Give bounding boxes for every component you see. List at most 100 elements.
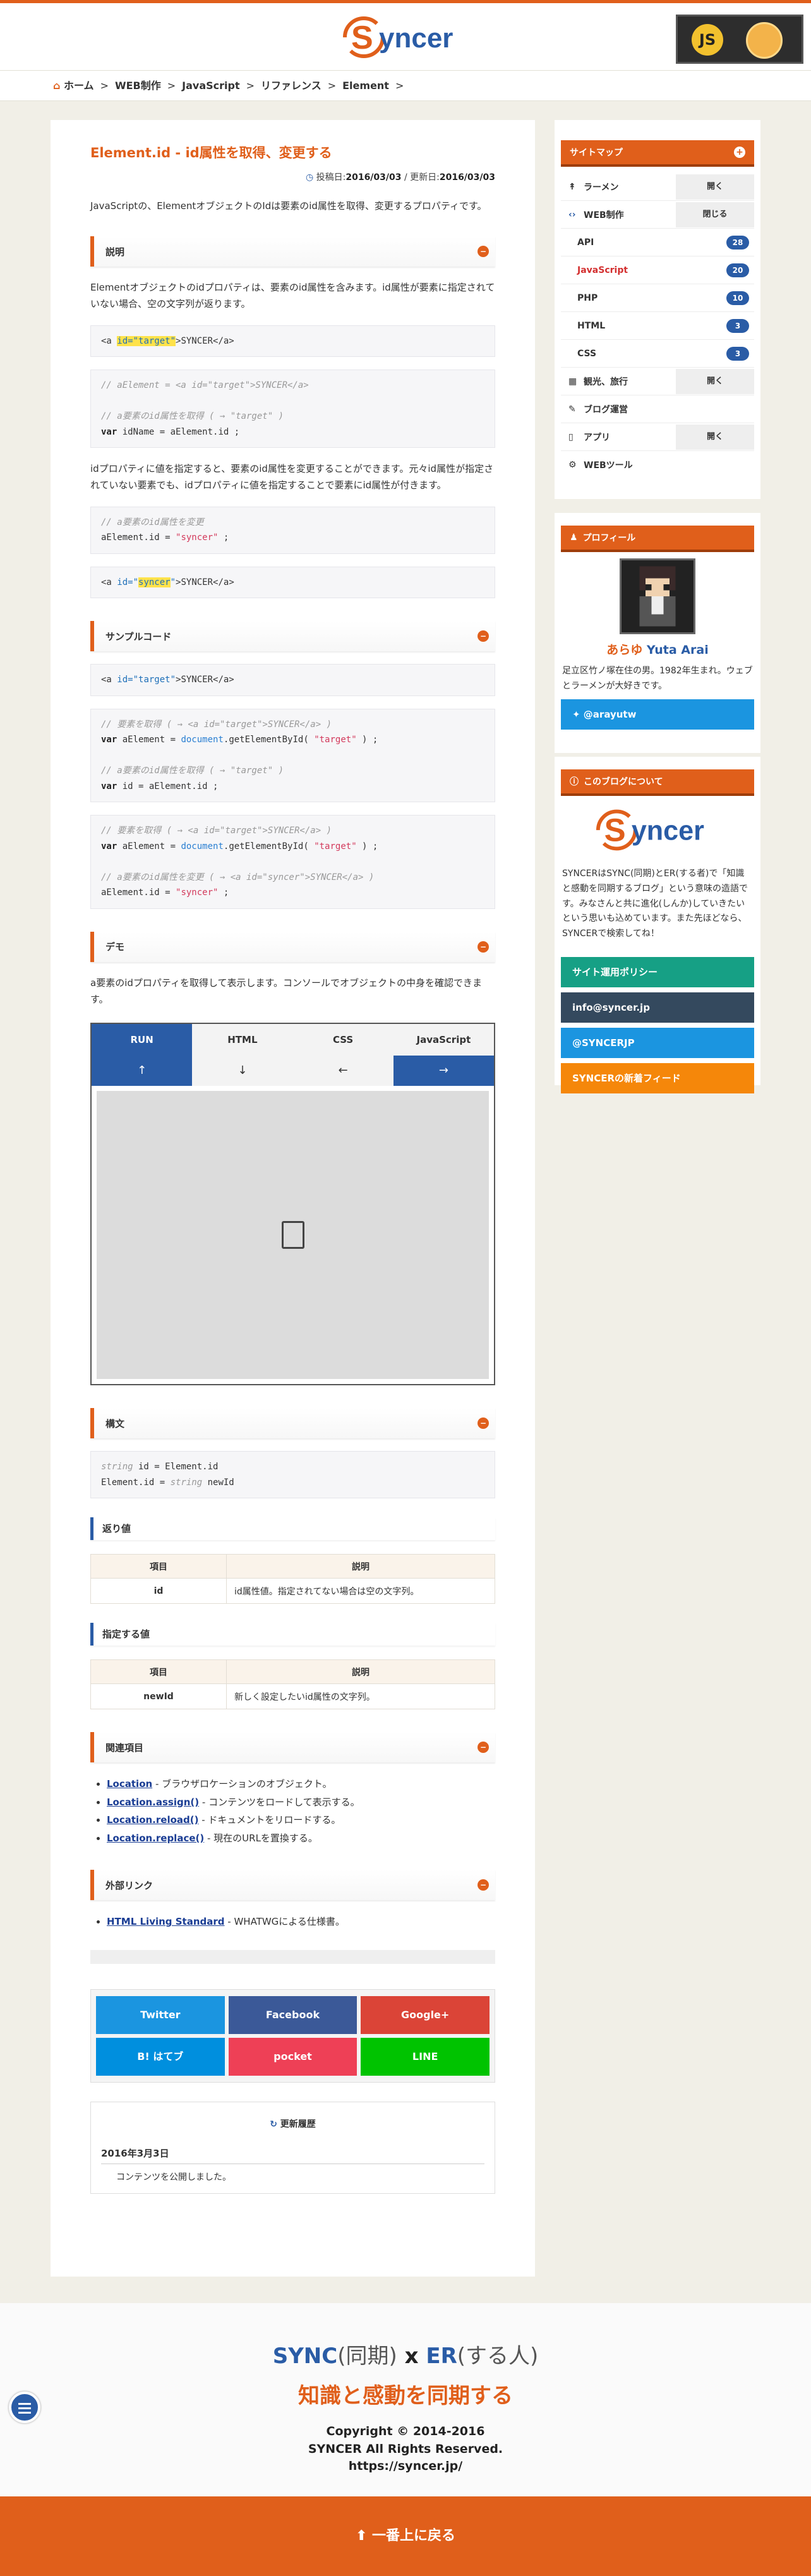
demo-iframe[interactable] (97, 1091, 489, 1379)
section-syntax[interactable]: 構文 − (90, 1408, 495, 1438)
sidebar-item-javascript[interactable]: JavaScript 20 (561, 256, 754, 284)
policy-button[interactable]: サイト運用ポリシー (561, 956, 754, 987)
related-link[interactable]: Location.reload() (107, 1814, 198, 1826)
breadcrumb-element[interactable]: Element (342, 80, 389, 92)
open-button[interactable]: 開く (676, 174, 754, 200)
share-twitter-button[interactable]: Twitter (96, 1995, 225, 2034)
breadcrumb-home[interactable]: ホーム (64, 80, 94, 92)
info-icon: ⓘ (570, 777, 579, 787)
section-demo[interactable]: デモ − (90, 931, 495, 962)
home-icon: ⌂ (53, 80, 64, 92)
sidebar-profile: ♟ プロフィール あらゆ Yuta Arai 足立区竹ノ塚在住の男。1982年生ま… (555, 513, 760, 753)
tab-run[interactable]: RUN (92, 1024, 193, 1056)
section-explain[interactable]: 説明 − (90, 236, 495, 267)
sidebar-item-app[interactable]: ▯ アプリ 開く (561, 423, 754, 451)
up-arrow-icon: ⬆ (355, 2528, 373, 2544)
close-button[interactable]: 閉じる (676, 202, 754, 227)
returns-table: 項目 説明 id id属性値。指定されてない場合は空の文字列。 (90, 1554, 495, 1604)
section-external[interactable]: 外部リンク − (90, 1870, 495, 1900)
profile-name: あらゆ Yuta Arai (606, 643, 709, 657)
breadcrumb-web[interactable]: WEB制作 (115, 80, 161, 92)
collapse-icon[interactable]: − (478, 1417, 489, 1429)
related-link[interactable]: Location.assign() (107, 1797, 199, 1808)
hamburger-menu-button[interactable] (9, 2392, 40, 2423)
code-block: // aElement = <a id="target">SYNCER</a> /… (90, 370, 495, 448)
email-button[interactable]: info@syncer.jp (561, 992, 754, 1023)
count-badge: 3 (726, 346, 749, 361)
sidebar-item-web[interactable]: ‹› WEB制作 閉じる (561, 201, 754, 229)
collapse-icon[interactable]: − (478, 246, 489, 257)
about-text: SYNCERはSYNC(同期)とER(する者)で「知識と感動を同期するブログ」と… (562, 869, 748, 939)
broken-page-icon (281, 1221, 304, 1249)
share-line-button[interactable]: LINE (361, 2037, 490, 2076)
svg-text:yncer: yncer (632, 816, 704, 846)
footer-copyright: Copyright © 2014-2016 SYNCER All Rights R… (308, 2424, 503, 2474)
section-sample[interactable]: サンプルコード − (90, 621, 495, 651)
breadcrumb-reference[interactable]: リファレンス (261, 80, 321, 92)
code-block: <a id="target">SYNCER</a> (90, 325, 495, 357)
list-item: Location - ブラウザロケーションのオブジェクト。 (107, 1775, 495, 1793)
share-buttons: Twitter Facebook Google+ B! はてブ pocket L… (90, 1989, 495, 2083)
external-link[interactable]: HTML Living Standard (107, 1916, 225, 1927)
main-article: Element.id - id属性を取得、変更する ◷ 投稿日:2016/03/… (51, 120, 535, 2277)
arrow-up-button[interactable]: ↑ (92, 1056, 193, 1086)
arrow-down-button[interactable]: ↓ (192, 1056, 293, 1086)
sidebar-item-travel[interactable]: ▦ 観光、旅行 開く (561, 368, 754, 395)
arrow-left-button[interactable]: ← (292, 1056, 393, 1086)
about-header: ⓘ このブログについて (561, 769, 754, 796)
profile-bio: 足立区竹ノ塚在住の男。1982年生まれ。ウェブとラーメンが大好きです。 (562, 666, 753, 691)
sidebar-item-css[interactable]: CSS 3 (561, 340, 754, 368)
collapse-icon[interactable]: − (478, 941, 489, 953)
share-googleplus-button[interactable]: Google+ (361, 1995, 490, 2034)
tab-javascript[interactable]: JavaScript (393, 1024, 494, 1056)
plus-icon[interactable]: + (734, 147, 745, 158)
sidebar-item-php[interactable]: PHP 10 (561, 284, 754, 312)
list-item: Location.reload() - ドキュメントをリロードする。 (107, 1811, 495, 1829)
list-item: Location.replace() - 現在のURLを置換する。 (107, 1829, 495, 1848)
banner-ad[interactable]: JS (676, 15, 803, 64)
lead-text: JavaScriptの、ElementオブジェクトのIdは要素のid属性を取得、… (90, 200, 487, 212)
section-related[interactable]: 関連項目 − (90, 1732, 495, 1762)
feed-button[interactable]: SYNCERの新着フィード (561, 1062, 754, 1093)
collapse-icon[interactable]: − (478, 1742, 489, 1753)
share-pocket-button[interactable]: pocket (228, 2037, 357, 2076)
tab-css[interactable]: CSS (292, 1024, 393, 1056)
footer-title: SYNC(同期) x ER(する人) (272, 2344, 539, 2369)
explain-paragraph-2: idプロパティに値を指定すると、要素のid属性を変更することができます。元々id… (90, 463, 494, 491)
code-block: <a id="syncer">SYNCER</a> (90, 566, 495, 598)
related-link[interactable]: Location (107, 1778, 152, 1790)
twitter-button[interactable]: @SYNCERJP (561, 1027, 754, 1058)
sidebar-item-webtool[interactable]: ⚙ WEBツール (561, 451, 754, 479)
logo-text: yncer (379, 23, 453, 54)
related-list: Location - ブラウザロケーションのオブジェクト。 Location.a… (90, 1775, 495, 1847)
open-button[interactable]: 開く (676, 368, 754, 394)
collapse-icon[interactable]: − (478, 630, 489, 642)
gear-icon: ⚙ (568, 460, 577, 470)
collapse-icon[interactable]: − (478, 1879, 489, 1891)
sidebar-item-blog[interactable]: ✎ ブログ運営 (561, 395, 754, 423)
open-button[interactable]: 開く (676, 424, 754, 450)
history-icon: ↻ (270, 2119, 280, 2129)
site-logo[interactable]: S yncer (341, 12, 470, 63)
code-block: <a id="target">SYNCER</a> (90, 664, 495, 696)
profile-twitter-button[interactable]: ✦ @arayutw (561, 699, 754, 730)
profile-header: ♟ プロフィール (561, 526, 754, 552)
breadcrumb-javascript[interactable]: JavaScript (182, 80, 239, 92)
back-to-top-button[interactable]: ⬆ 一番上に戻る (0, 2496, 811, 2576)
avatar (620, 558, 695, 634)
count-badge: 20 (726, 263, 749, 277)
table-row: id id属性値。指定されてない場合は空の文字列。 (90, 1578, 495, 1604)
arrow-right-button[interactable]: → (393, 1056, 494, 1086)
code-block: // 要素を取得 ( → <a id="target">SYNCER</a> )… (90, 815, 495, 909)
phone-icon: ▯ (568, 431, 574, 442)
count-badge: 10 (726, 291, 749, 305)
related-link[interactable]: Location.replace() (107, 1833, 204, 1844)
share-facebook-button[interactable]: Facebook (228, 1995, 357, 2034)
tab-html[interactable]: HTML (192, 1024, 293, 1056)
sidebar-sitemap: サイトマップ + ↟ ラーメン 開く ‹› WEB制作 閉じる API 28 JavaScr… (555, 120, 760, 499)
history-item: コンテンツを公開しました。 (116, 2172, 231, 2182)
share-hatena-button[interactable]: B! はてブ (96, 2037, 225, 2076)
sidebar-item-ramen[interactable]: ↟ ラーメン 開く (561, 173, 754, 201)
sidebar-item-api[interactable]: API 28 (561, 229, 754, 256)
sidebar-item-html[interactable]: HTML 3 (561, 312, 754, 340)
